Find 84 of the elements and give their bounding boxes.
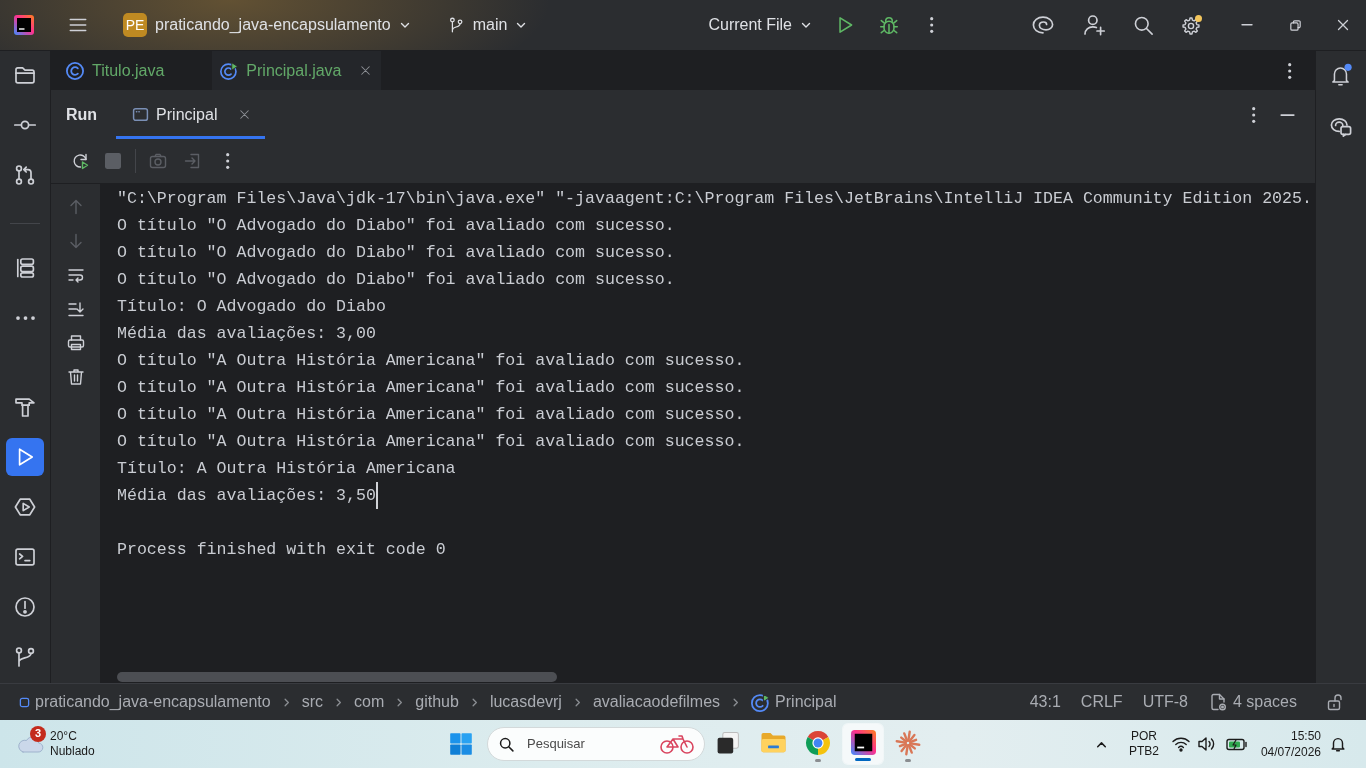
more-icon: [15, 316, 35, 320]
caret-position[interactable]: 43:1: [1022, 688, 1068, 716]
breadcrumb-item[interactable]: avaliacaodefilmes: [592, 692, 721, 712]
module-icon: [19, 696, 30, 708]
console-line: Média das avaliações: 3,50: [117, 482, 378, 509]
app-logo-icon: [14, 15, 34, 35]
more-icon: [226, 153, 230, 169]
exclamation-circle-icon: [13, 595, 37, 619]
hammer-icon: [13, 395, 37, 419]
file-encoding[interactable]: UTF-8: [1135, 688, 1195, 716]
branch-icon: [13, 645, 37, 669]
clock-time[interactable]: 15:50: [1290, 728, 1321, 744]
minimize-icon: [1279, 113, 1295, 116]
hexagon-play-icon: [13, 495, 37, 519]
horizontal-scrollbar[interactable]: [117, 672, 557, 682]
notification-badge: 3: [30, 726, 46, 742]
line-separator[interactable]: CRLF: [1073, 688, 1130, 716]
camera-icon: [148, 151, 168, 171]
ide-button[interactable]: [843, 724, 883, 764]
console-icon: [132, 106, 150, 123]
breadcrumb-item[interactable]: Principal: [775, 692, 837, 712]
panel-title: Run: [65, 104, 98, 125]
browser-icon: [805, 730, 831, 756]
more-icon: [1252, 106, 1256, 123]
console-line: Média das avaliações: 3,00: [117, 323, 376, 345]
pull-request-icon: [13, 163, 37, 187]
run-tool-button[interactable]: [6, 438, 44, 476]
class-icon: [66, 61, 84, 80]
breadcrumb-item[interactable]: praticando_java-encapsulamento: [35, 692, 271, 712]
class-run-icon: [751, 692, 771, 712]
console-line: "C:\Program Files\Java\jdk-17\bin\java.exe" "-javaagent:C:\Program Files\JetBrains\IntelliJ IDEA Community Edition 2025.: [117, 188, 1312, 210]
run-configuration-selector[interactable]: Current File: [702, 7, 818, 43]
search-input[interactable]: Pesquisar: [527, 736, 647, 752]
bell-icon: [1329, 735, 1347, 753]
breadcrumb-item[interactable]: src: [301, 692, 324, 712]
breadcrumb-item[interactable]: github: [415, 692, 459, 712]
bug-icon: [878, 14, 900, 36]
keyboard-layout[interactable]: PTB2: [1128, 744, 1159, 759]
search-bar[interactable]: Pesquisar: [487, 727, 705, 761]
terminal-icon: [13, 545, 37, 569]
unlocked-icon: [1325, 692, 1345, 712]
branch-selector[interactable]: main: [440, 7, 534, 43]
stop-icon: [105, 153, 121, 169]
add-user-icon: [1082, 13, 1106, 37]
running-indicator: [855, 758, 871, 761]
running-indicator: [905, 759, 911, 762]
close-icon: [358, 63, 373, 78]
sparkle-icon: [895, 730, 921, 756]
more-icon: [1288, 62, 1292, 79]
console-line: O título "A Outra História Americana" foi avaliado com sucesso.: [117, 431, 745, 453]
spiral-icon: [1031, 13, 1055, 37]
trash-icon: [65, 367, 86, 387]
task-view-icon: [715, 730, 741, 756]
console-line: O título "O Advogado do Diabo" foi avaliado com sucesso.: [117, 215, 675, 237]
console-line: O título "A Outra História Americana" foi avaliado com sucesso.: [117, 350, 745, 372]
weather-condition-text: Nublado: [50, 744, 95, 759]
running-indicator: [815, 759, 821, 762]
breadcrumb-item[interactable]: lucasdevrj: [489, 692, 562, 712]
speaker-icon: [1195, 734, 1216, 754]
printer-icon: [65, 333, 86, 353]
bicycle-icon: [659, 733, 695, 755]
console-line: O título "A Outra História Americana" foi avaliado com sucesso.: [117, 377, 745, 399]
ide-logo-icon: [850, 730, 876, 755]
console-line: Título: O Advogado do Diabo: [117, 296, 386, 318]
clock-date[interactable]: 04/07/2026: [1260, 744, 1321, 760]
minimize-icon: [1241, 24, 1253, 26]
console-line: O título "O Advogado do Diabo" foi avaliado com sucesso.: [117, 269, 675, 291]
console-line: O título "A Outra História Americana" foi avaliado com sucesso.: [117, 404, 745, 426]
class-run-icon: [220, 61, 239, 80]
project-selector[interactable]: PE praticando_java-encapsulamento: [117, 7, 417, 43]
temperature-text: 20°C: [50, 729, 78, 744]
more-icon: [930, 17, 934, 33]
project-badge: PE: [123, 13, 147, 37]
start-logo-icon: [449, 732, 473, 756]
scroll-to-end-icon: [65, 299, 86, 319]
indent-setting[interactable]: 4 spaces: [1200, 688, 1304, 716]
input-language[interactable]: POR: [1130, 729, 1157, 744]
breadcrumb-item[interactable]: com: [354, 692, 385, 712]
editor-tab[interactable]: Titulo.java: [58, 51, 199, 90]
console-line: O título "O Advogado do Diabo" foi avaliado com sucesso.: [117, 242, 675, 264]
console-line: Process finished with exit code 0: [117, 539, 446, 561]
editor-tab[interactable]: Principal.java: [212, 51, 382, 90]
search-icon: [498, 735, 515, 753]
console-line: Título: A Outra História Americana: [117, 458, 456, 480]
